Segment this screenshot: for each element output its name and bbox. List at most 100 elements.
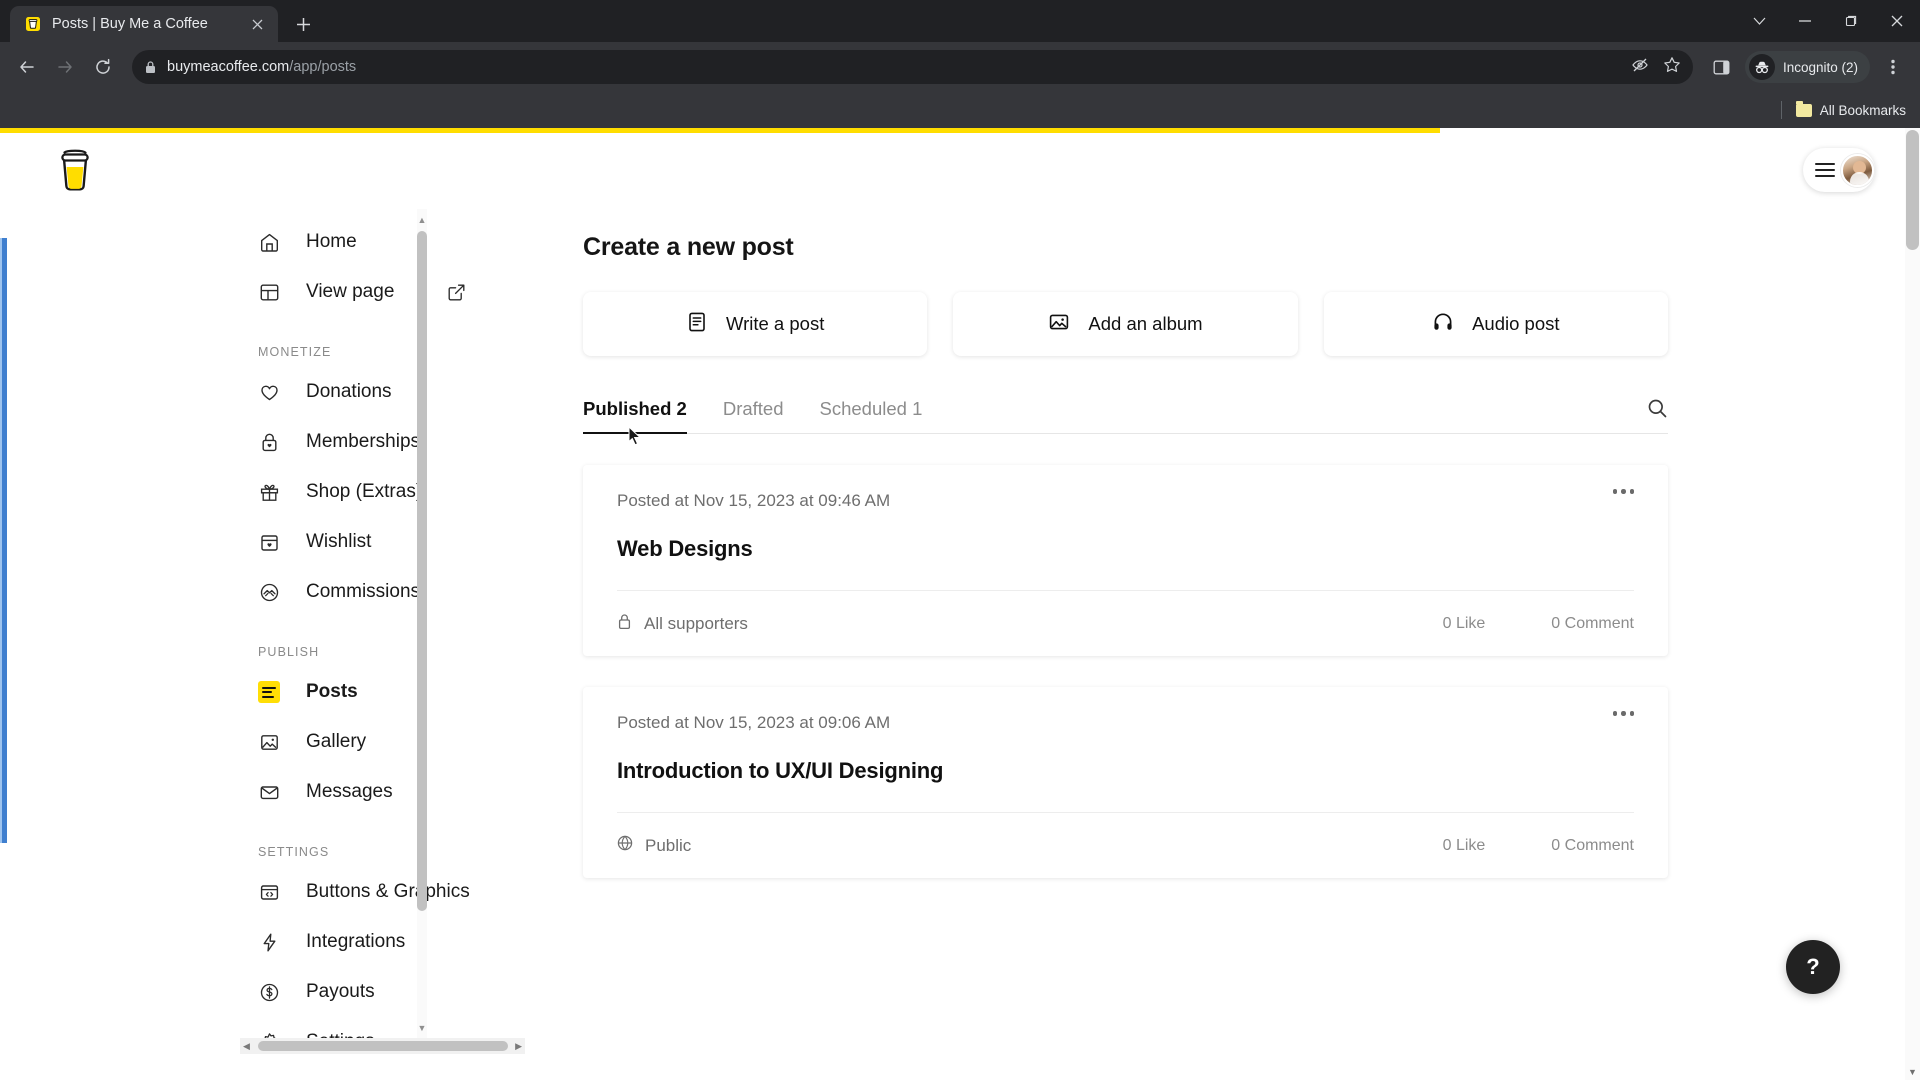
sidebar-item-commissions[interactable]: Commissions [258, 567, 525, 617]
document-icon [686, 311, 708, 338]
close-icon[interactable] [1874, 0, 1920, 42]
chevron-down-icon[interactable] [1736, 0, 1782, 42]
sidebar-item-integrations[interactable]: Integrations [258, 917, 525, 967]
close-icon[interactable] [246, 13, 268, 35]
post-stats: 0 Like 0 Comment [1443, 837, 1634, 855]
sidebar-item-wishlist[interactable]: Wishlist [258, 517, 525, 567]
home-icon [258, 231, 280, 253]
scroll-up-arrow-icon[interactable]: ▲ [417, 213, 427, 227]
sidebar-item-gallery[interactable]: Gallery [258, 717, 525, 767]
scroll-down-arrow-icon[interactable]: ▼ [417, 1021, 427, 1035]
star-icon[interactable] [1663, 56, 1681, 79]
sidebar-item-label: Payouts [306, 981, 375, 1002]
side-panel-icon[interactable] [1705, 50, 1739, 84]
post-menu-button[interactable] [1612, 711, 1634, 716]
layout-icon [258, 281, 280, 303]
web-page: Home View page MONETIZE Donations Member… [0, 128, 1920, 1080]
profile-chip[interactable]: Incognito (2) [1744, 51, 1870, 83]
sidebar-item-label: Donations [306, 381, 392, 402]
post-comments: 0 Comment [1551, 614, 1634, 632]
forward-arrow-icon[interactable] [48, 50, 82, 84]
new-tab-button[interactable] [286, 7, 320, 41]
tab-scheduled[interactable]: Scheduled 1 [820, 398, 923, 433]
sidebar-item-shop-extras[interactable]: Shop (Extras) [258, 467, 525, 517]
toolbar-right: Incognito (2) [1705, 50, 1910, 84]
scroll-left-arrow-icon[interactable]: ◀ [243, 1041, 250, 1052]
dollar-circle-icon [258, 981, 280, 1003]
post-visibility-label: Public [645, 835, 692, 855]
sidebar-group-settings: SETTINGS [258, 845, 330, 859]
sidebar-item-messages[interactable]: Messages [258, 767, 525, 817]
sidebar-horizontal-scrollbar[interactable]: ◀ ▶ [240, 1038, 525, 1054]
reload-icon[interactable] [86, 50, 120, 84]
sidebar-item-buttons-graphics[interactable]: Buttons & Graphics [258, 867, 525, 917]
tab-drafted[interactable]: Drafted [723, 398, 784, 433]
bookmarks-bar: All Bookmarks [0, 92, 1920, 128]
search-icon[interactable] [1647, 398, 1668, 433]
page-scrollbar-thumb[interactable] [1906, 130, 1919, 250]
folder-icon [1795, 100, 1812, 117]
gift-icon [258, 481, 280, 503]
posts-icon [258, 681, 280, 703]
user-avatar[interactable] [1841, 153, 1874, 187]
back-arrow-icon[interactable] [10, 50, 44, 84]
scroll-right-arrow-icon[interactable]: ▶ [515, 1041, 522, 1052]
sidebar-item-payouts[interactable]: Payouts [258, 967, 525, 1017]
sidebar-item-label: Memberships [306, 431, 421, 452]
post-visibility: All supporters [617, 613, 748, 635]
external-link-icon[interactable] [448, 284, 465, 301]
sidebar-item-view-page[interactable]: View page [258, 267, 525, 317]
eye-off-icon[interactable] [1631, 56, 1649, 79]
horizontal-scrollbar-thumb[interactable] [258, 1041, 508, 1051]
mouse-cursor [628, 425, 642, 451]
all-bookmarks-button[interactable]: All Bookmarks [1795, 100, 1906, 118]
minimize-icon[interactable] [1782, 0, 1828, 42]
create-option-label: Add an album [1088, 313, 1203, 334]
sidebar: Home View page MONETIZE Donations Member… [0, 209, 525, 1054]
audio-post-button[interactable]: Audio post [1323, 292, 1668, 356]
sidebar-scrollbar-thumb[interactable] [417, 231, 427, 911]
sidebar-item-label: Commissions [306, 581, 421, 602]
post-menu-button[interactable] [1612, 489, 1634, 494]
page-title: Create a new post [583, 233, 794, 261]
sidebar-item-posts[interactable]: Posts [258, 667, 525, 717]
post-title: Introduction to UX/UI Designing [617, 758, 944, 783]
profile-label: Incognito (2) [1782, 59, 1858, 75]
divider [1780, 101, 1782, 119]
post-visibility: Public [617, 835, 691, 856]
browser-toolbar: buymeacoffee.com/app/posts Incognito (2) [0, 42, 1920, 92]
globe-icon [617, 835, 633, 856]
hamburger-menu-icon[interactable] [1815, 163, 1835, 177]
buymeacoffee-cup-logo[interactable] [55, 146, 95, 192]
lightning-bolt-icon [258, 931, 280, 953]
add-an-album-button[interactable]: Add an album [953, 292, 1298, 356]
browser-tab[interactable]: Posts | Buy Me a Coffee [10, 6, 278, 42]
sidebar-item-memberships[interactable]: Memberships [258, 417, 525, 467]
post-footer: All supporters 0 Like 0 Comment [617, 590, 1634, 656]
post-card[interactable]: Posted at Nov 15, 2023 at 09:46 AM Web D… [583, 465, 1668, 656]
sidebar-item-donations[interactable]: Donations [258, 367, 525, 417]
sidebar-item-home[interactable]: Home [258, 217, 525, 267]
help-button[interactable]: ? [1786, 940, 1840, 994]
three-dot-menu-icon[interactable] [1876, 50, 1910, 84]
page-scrollbar-track[interactable] [1905, 128, 1920, 1080]
image-icon [258, 731, 280, 753]
post-visibility-label: All supporters [644, 613, 748, 633]
sidebar-group-monetize: MONETIZE [258, 345, 332, 359]
sidebar-item-label: Posts [306, 681, 358, 702]
restore-icon[interactable] [1828, 0, 1874, 42]
post-likes: 0 Like [1442, 836, 1486, 854]
omnibox-actions [1631, 56, 1681, 79]
sidebar-item-label: View page [306, 281, 395, 302]
sidebar-item-label: Shop (Extras) [306, 481, 423, 502]
site-header [0, 133, 1920, 209]
post-footer: Public 0 Like 0 Comment [617, 812, 1634, 878]
header-user-menu[interactable] [1803, 148, 1875, 192]
sidebar-group-publish: PUBLISH [258, 645, 320, 659]
post-card[interactable]: Posted at Nov 15, 2023 at 09:06 AM Intro… [583, 687, 1668, 878]
address-bar[interactable]: buymeacoffee.com/app/posts [132, 50, 1693, 84]
write-a-post-button[interactable]: Write a post [583, 292, 928, 356]
page-scroll-down-arrow-icon[interactable]: ▼ [1905, 1064, 1920, 1080]
post-stats: 0 Like 0 Comment [1443, 615, 1634, 633]
tab-title: Posts | Buy Me a Coffee [52, 16, 208, 32]
